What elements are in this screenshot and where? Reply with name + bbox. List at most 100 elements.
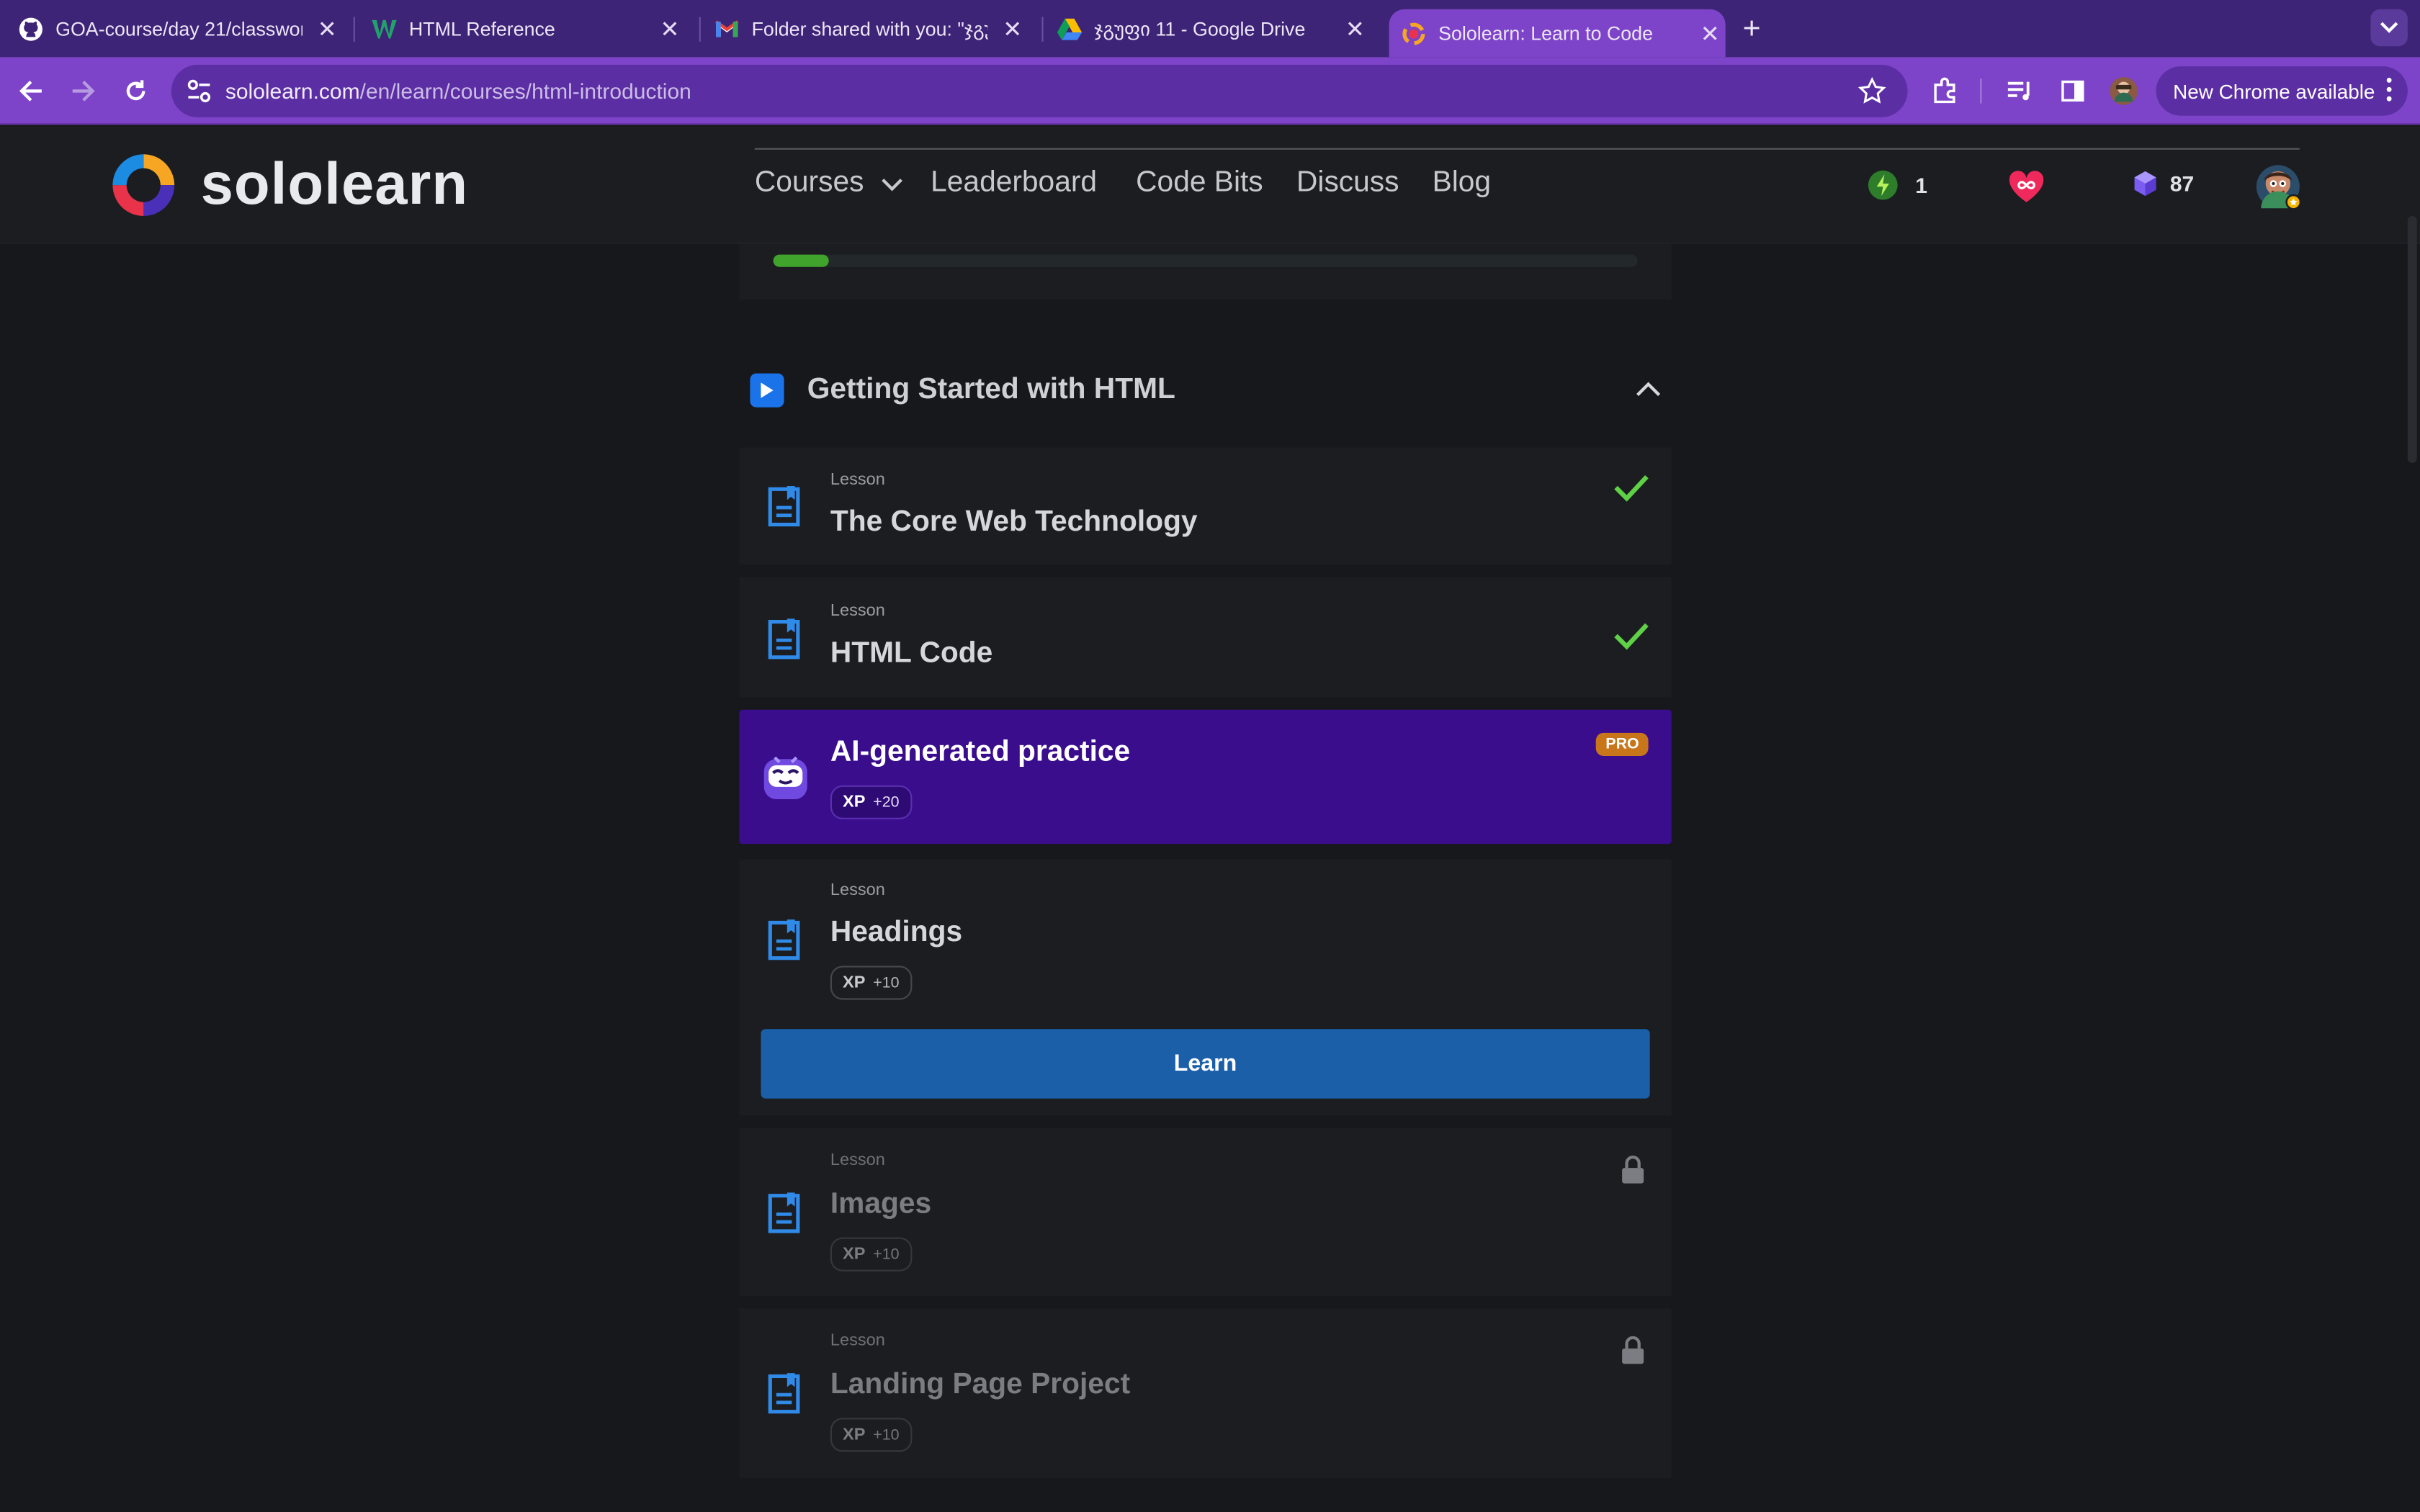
course-progress-bar xyxy=(773,254,1638,267)
learn-button[interactable]: Learn xyxy=(761,1029,1650,1099)
update-chrome-button[interactable]: New Chrome available xyxy=(2156,66,2408,116)
bits-counter[interactable]: 87 xyxy=(2133,170,2194,198)
reload-button[interactable] xyxy=(117,73,154,109)
browser-toolbar: sololearn.com/en/learn/courses/html-intr… xyxy=(0,57,2420,125)
course-progress-card xyxy=(739,243,1672,300)
close-tab-icon[interactable]: ✕ xyxy=(997,13,1028,44)
forward-button[interactable] xyxy=(65,73,102,109)
tab-gmail-folder[interactable]: Folder shared with you: "ჯგუ ✕ xyxy=(714,0,1028,57)
media-controls-button[interactable] xyxy=(2002,73,2038,109)
xp-badge: XP +10 xyxy=(830,1237,912,1272)
arrow-right-icon xyxy=(72,81,95,102)
nav-code-bits[interactable]: Code Bits xyxy=(1136,166,1263,200)
lesson-document-icon xyxy=(768,1192,800,1233)
streak-count: 1 xyxy=(1915,173,1927,198)
xp-badge: XP +10 xyxy=(830,966,912,1000)
lesson-kind: Lesson xyxy=(830,1331,885,1350)
heart-infinity-icon xyxy=(2009,171,2044,202)
hearts-counter[interactable] xyxy=(2008,170,2045,204)
new-tab-button[interactable]: + xyxy=(1735,12,1769,46)
extensions-button[interactable] xyxy=(1926,73,1963,109)
lesson-document-icon xyxy=(768,1373,800,1414)
lesson-title: Images xyxy=(830,1188,932,1220)
user-avatar[interactable] xyxy=(2255,163,2302,210)
arrow-left-icon xyxy=(19,81,42,102)
page-scrollbar[interactable] xyxy=(2407,216,2417,463)
lesson-card-current[interactable]: Lesson Headings XP +10 Learn xyxy=(739,859,1672,1116)
nav-courses[interactable]: Courses xyxy=(755,166,903,200)
lesson-title: Landing Page Project xyxy=(830,1368,1131,1401)
tab-title: Sololearn: Learn to Code xyxy=(1438,22,1653,45)
sololearn-icon xyxy=(1402,21,1426,45)
reload-icon xyxy=(126,80,145,101)
ai-practice-title: AI-generated practice xyxy=(830,736,1131,769)
sololearn-logo[interactable]: sololearn xyxy=(108,150,468,221)
close-tab-icon[interactable]: ✕ xyxy=(312,13,343,44)
update-chrome-label: New Chrome available xyxy=(2173,79,2375,103)
lesson-document-icon xyxy=(768,486,800,527)
lesson-document-icon xyxy=(768,618,800,660)
w3-icon xyxy=(372,17,397,41)
pro-badge: PRO xyxy=(1596,732,1649,756)
ai-mascot-icon xyxy=(763,756,807,799)
profile-button[interactable] xyxy=(2105,73,2142,109)
bookmark-star-icon[interactable] xyxy=(1858,77,1886,105)
lesson-title: HTML Code xyxy=(830,637,993,670)
more-vert-icon xyxy=(2386,78,2392,102)
streak-counter[interactable]: 1 xyxy=(1868,170,1927,201)
lock-icon xyxy=(1622,1336,1644,1364)
address-bar[interactable]: sololearn.com/en/learn/courses/html-intr… xyxy=(171,65,1908,117)
tab-github[interactable]: GOA-course/day 21/classwork ✕ xyxy=(19,0,343,57)
chevron-down-icon xyxy=(2380,22,2398,33)
lesson-card[interactable]: Lesson The Core Web Technology xyxy=(739,447,1672,565)
nav-leaderboard[interactable]: Leaderboard xyxy=(931,166,1097,200)
close-tab-icon[interactable]: ✕ xyxy=(1695,18,1726,49)
profile-avatar-icon xyxy=(2110,77,2138,105)
nav-blog[interactable]: Blog xyxy=(1433,166,1491,200)
chevron-down-icon xyxy=(882,179,903,192)
lesson-card-locked[interactable]: Lesson Landing Page Project XP +10 xyxy=(739,1308,1672,1478)
site-info-icon[interactable] xyxy=(185,77,213,105)
back-button[interactable] xyxy=(12,73,49,109)
tab-html-reference[interactable]: HTML Reference ✕ xyxy=(372,0,685,57)
ai-practice-card[interactable]: AI-generated practice XP +20 PRO xyxy=(739,709,1672,845)
check-icon xyxy=(1614,623,1649,650)
gmail-icon xyxy=(714,17,739,41)
chevron-up-icon[interactable] xyxy=(1634,377,1662,405)
header-divider xyxy=(754,148,2300,150)
xp-badge: XP +10 xyxy=(830,1418,912,1452)
tab-google-drive[interactable]: ჯგუფი 11 - Google Drive ✕ xyxy=(1057,0,1371,57)
side-panel-icon xyxy=(2061,80,2084,102)
module-title: Getting Started with HTML xyxy=(807,373,1175,406)
play-icon xyxy=(750,373,784,408)
lesson-kind: Lesson xyxy=(830,470,885,490)
tab-title: ჯგუფი 11 - Google Drive xyxy=(1094,18,1306,40)
side-panel-button[interactable] xyxy=(2054,73,2091,109)
check-icon xyxy=(1614,474,1649,502)
lesson-title: The Core Web Technology xyxy=(830,505,1198,539)
course-progress-fill xyxy=(773,254,830,267)
browser-tab-strip: GOA-course/day 21/classwork ✕ HTML Refer… xyxy=(0,0,2420,58)
close-tab-icon[interactable]: ✕ xyxy=(655,13,686,44)
tab-sololearn[interactable]: Sololearn: Learn to Code ✕ xyxy=(1389,9,1726,58)
nav-courses-label: Courses xyxy=(754,166,864,199)
module-header[interactable]: Getting Started with HTML xyxy=(739,352,1671,432)
avatar-icon xyxy=(2256,165,2302,210)
tab-search-button[interactable] xyxy=(2370,9,2408,47)
tab-title: Folder shared with you: "ჯგუ xyxy=(751,18,988,40)
lightning-icon xyxy=(1868,170,1898,200)
queue-music-icon xyxy=(2007,81,2030,101)
lesson-kind: Lesson xyxy=(830,601,885,621)
puzzle-icon xyxy=(1934,77,1955,104)
lesson-card[interactable]: Lesson HTML Code xyxy=(739,577,1672,698)
tab-title: HTML Reference xyxy=(408,17,555,40)
nav-discuss[interactable]: Discuss xyxy=(1296,166,1399,200)
gem-cube-icon xyxy=(2134,171,2156,197)
lock-icon xyxy=(1622,1156,1644,1184)
lesson-document-icon xyxy=(768,919,800,960)
lesson-title: Headings xyxy=(830,916,963,949)
lesson-card-locked[interactable]: Lesson Images XP +10 xyxy=(739,1128,1672,1296)
bits-count: 87 xyxy=(2169,171,2195,197)
close-tab-icon[interactable]: ✕ xyxy=(1340,13,1371,44)
site-header: sololearn Courses Leaderboard Code Bits … xyxy=(0,126,2420,244)
